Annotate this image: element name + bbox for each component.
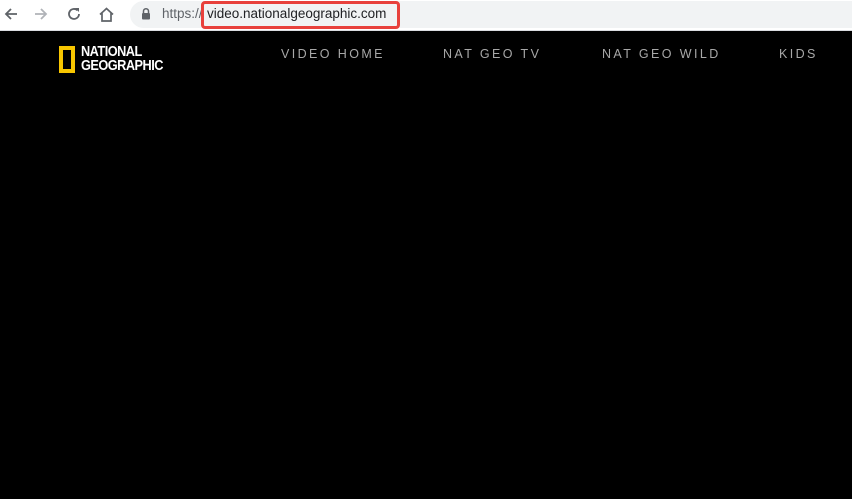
home-icon	[98, 6, 114, 22]
back-button[interactable]	[0, 3, 22, 25]
home-button[interactable]	[95, 3, 117, 25]
nav-nat-geo-wild[interactable]: NAT GEO WILD	[602, 47, 721, 61]
video-content-area	[0, 81, 852, 499]
nav-kids[interactable]: KIDS	[779, 47, 818, 61]
logo-line-geographic: GEOGRAPHIC	[81, 58, 163, 74]
site-header: NATIONAL GEOGRAPHIC VIDEO HOME NAT GEO T…	[0, 31, 852, 81]
forward-icon	[35, 8, 48, 20]
browser-toolbar: https:// video.nationalgeographic.com	[0, 0, 852, 31]
natgeo-logo[interactable]: NATIONAL GEOGRAPHIC	[59, 41, 174, 77]
reload-icon	[68, 8, 80, 20]
lock-icon	[142, 7, 150, 20]
yellow-frame-icon	[59, 45, 75, 73]
logo-wordmark: NATIONAL GEOGRAPHIC	[81, 44, 163, 74]
forward-button[interactable]	[30, 3, 52, 25]
url-scheme: https://	[162, 6, 203, 21]
logo-line-national: NATIONAL	[81, 44, 142, 60]
back-icon	[4, 8, 17, 20]
reload-button[interactable]	[63, 3, 85, 25]
nav-video-home[interactable]: VIDEO HOME	[281, 47, 385, 61]
url-highlight-box	[201, 1, 400, 29]
nav-nat-geo-tv[interactable]: NAT GEO TV	[443, 47, 541, 61]
